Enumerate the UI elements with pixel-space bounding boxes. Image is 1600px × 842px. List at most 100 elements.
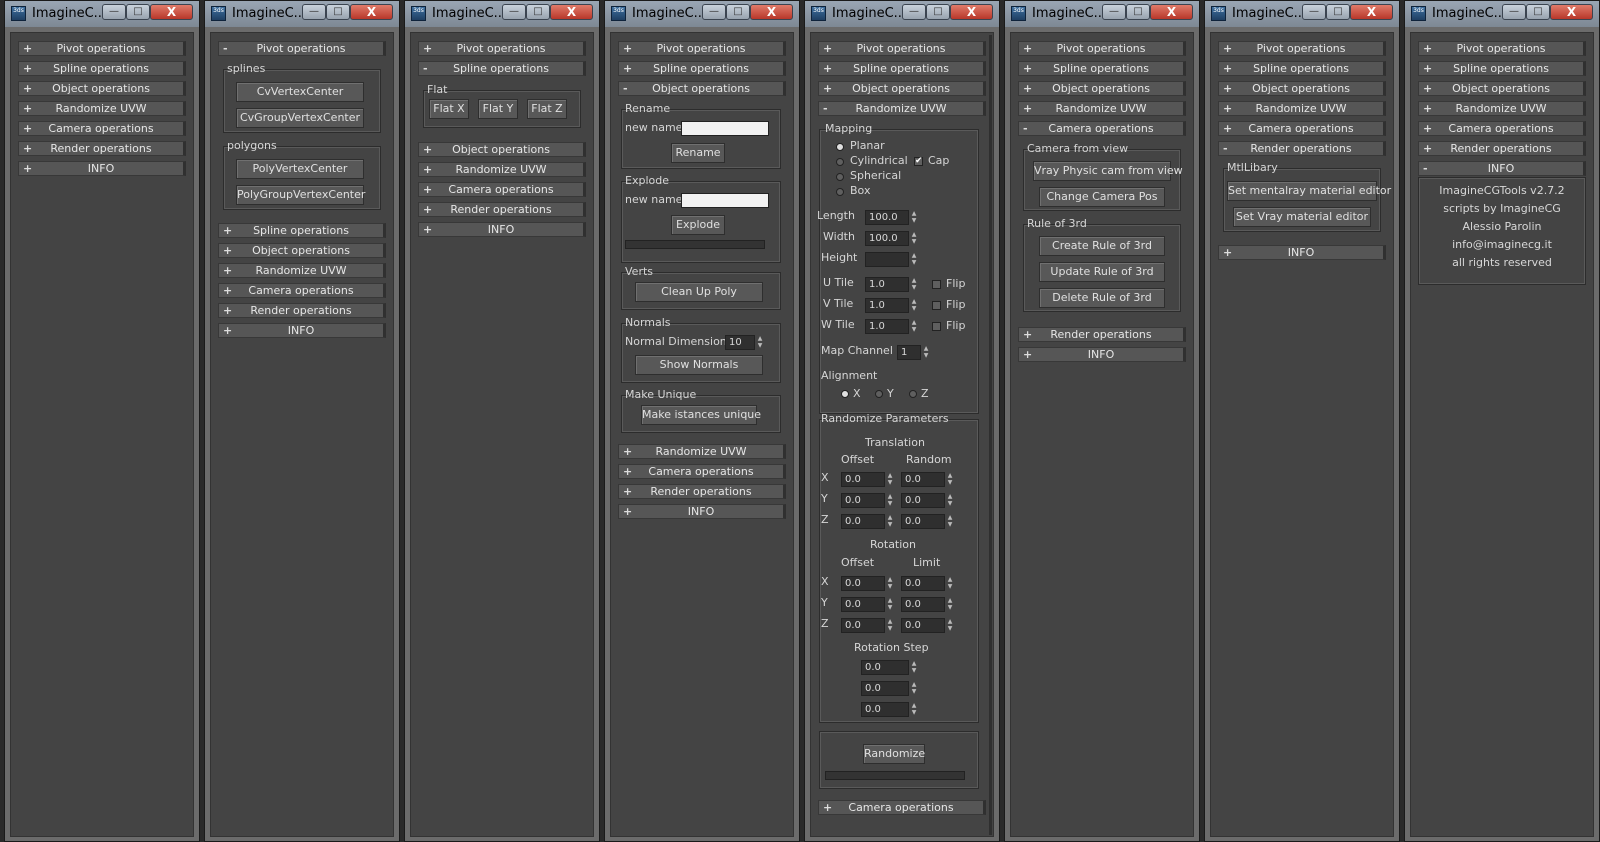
close-button[interactable]: X bbox=[350, 4, 393, 20]
rollout-camera-operations[interactable]: + Camera operations bbox=[418, 182, 586, 197]
close-button[interactable]: X bbox=[1350, 4, 1393, 20]
maximize-button[interactable]: □ bbox=[126, 4, 150, 20]
rollout-info[interactable]: + INFO bbox=[618, 504, 786, 519]
rollout-info[interactable]: + INFO bbox=[418, 222, 586, 237]
rollout-pivot-operations[interactable]: + Pivot operations bbox=[1218, 41, 1386, 56]
title-bar[interactable]: 3ds ImagineC... — □ X bbox=[1205, 1, 1399, 27]
maximize-button[interactable]: □ bbox=[526, 4, 550, 20]
rollout-pivot-operations[interactable]: + Pivot operations bbox=[1018, 41, 1186, 56]
spinner-arrows-icon[interactable]: ▲ ▼ bbox=[909, 210, 919, 225]
spinner-arrows-icon[interactable]: ▲ ▼ bbox=[909, 681, 919, 696]
spinner-arrows-icon[interactable]: ▲ ▼ bbox=[909, 298, 919, 313]
maximize-button[interactable]: □ bbox=[1326, 4, 1350, 20]
poly-vertex-center-button[interactable]: PolyVertexCenter bbox=[236, 159, 364, 179]
update-rule-of-3rd-button[interactable]: Update Rule of 3rd bbox=[1039, 262, 1165, 282]
cv-group-vertex-center-button[interactable]: CvGroupVertexCenter bbox=[236, 108, 364, 128]
rollout-object-operations[interactable]: + Object operations bbox=[1218, 81, 1386, 96]
rollout-randomize-uvw[interactable]: + Randomize UVW bbox=[1418, 101, 1586, 116]
rollout-render-operations[interactable]: + Render operations bbox=[618, 484, 786, 499]
rollout-pivot-operations[interactable]: + Pivot operations bbox=[418, 41, 586, 56]
spinner-arrows-icon[interactable]: ▲ ▼ bbox=[945, 576, 955, 591]
minimize-button[interactable]: — bbox=[902, 4, 926, 20]
title-bar[interactable]: 3ds ImagineC... — □ X bbox=[805, 1, 999, 27]
cylindrical-radio[interactable] bbox=[836, 158, 844, 166]
set-mentalray-material-editor-button[interactable]: Set mentalray material editor bbox=[1227, 181, 1391, 201]
rollout-camera-operations[interactable]: + Camera operations bbox=[1418, 121, 1586, 136]
rollout-render-operations[interactable]: + Render operations bbox=[1018, 327, 1186, 342]
rollout-info[interactable]: + INFO bbox=[1218, 245, 1386, 260]
rollout-pivot-operations[interactable]: + Pivot operations bbox=[818, 41, 986, 56]
translation-z-offset-spinner[interactable]: 0.0 bbox=[841, 514, 885, 529]
maximize-button[interactable]: □ bbox=[326, 4, 350, 20]
rollout-object-operations[interactable]: + Object operations bbox=[18, 81, 186, 96]
title-bar[interactable]: 3ds ImagineC... — □ X bbox=[405, 1, 599, 27]
maximize-button[interactable]: □ bbox=[726, 4, 750, 20]
rollout-object-operations[interactable]: + Object operations bbox=[218, 243, 386, 258]
title-bar[interactable]: 3ds ImagineC... — □ X bbox=[1405, 1, 1599, 27]
width-spinner[interactable]: 100.0 bbox=[865, 231, 909, 246]
create-rule-of-3rd-button[interactable]: Create Rule of 3rd bbox=[1039, 236, 1165, 256]
rollout-camera-operations[interactable]: + Camera operations bbox=[1218, 121, 1386, 136]
spinner-arrows-icon[interactable]: ▲ ▼ bbox=[921, 345, 931, 360]
close-button[interactable]: X bbox=[1150, 4, 1193, 20]
rollout-camera-operations[interactable]: + Camera operations bbox=[618, 464, 786, 479]
align-z-radio[interactable] bbox=[909, 390, 917, 398]
rollout-object-operations[interactable]: + Object operations bbox=[1418, 81, 1586, 96]
close-button[interactable]: X bbox=[1550, 4, 1593, 20]
poly-group-vertex-center-button[interactable]: PolyGroupVertexCenter bbox=[236, 185, 365, 205]
rollout-randomize-uvw[interactable]: + Randomize UVW bbox=[618, 444, 786, 459]
w-tile-spinner[interactable]: 1.0 bbox=[865, 319, 909, 334]
rollout-randomize-uvw[interactable]: + Randomize UVW bbox=[1218, 101, 1386, 116]
rollout-camera-operations[interactable]: + Camera operations bbox=[218, 283, 386, 298]
rename-input[interactable] bbox=[681, 121, 769, 136]
spinner-arrows-icon[interactable]: ▲ ▼ bbox=[945, 597, 955, 612]
rollout-spline-operations[interactable]: + Spline operations bbox=[818, 61, 986, 76]
rotation-x-limit-spinner[interactable]: 0.0 bbox=[901, 576, 945, 591]
rollout-render-operations[interactable]: - Render operations bbox=[1218, 141, 1386, 156]
close-button[interactable]: X bbox=[750, 4, 793, 20]
delete-rule-of-3rd-button[interactable]: Delete Rule of 3rd bbox=[1039, 288, 1165, 308]
rotation-step-x-spinner[interactable]: 0.0 bbox=[861, 660, 909, 675]
v-tile-spinner[interactable]: 1.0 bbox=[865, 298, 909, 313]
spinner-arrows-icon[interactable]: ▲ ▼ bbox=[755, 335, 765, 350]
rollout-pivot-operations[interactable]: + Pivot operations bbox=[1418, 41, 1586, 56]
cv-vertex-center-button[interactable]: CvVertexCenter bbox=[236, 82, 364, 102]
title-bar[interactable]: 3ds ImagineC... — □ X bbox=[605, 1, 799, 27]
length-spinner[interactable]: 100.0 bbox=[865, 210, 909, 225]
title-bar[interactable]: 3ds ImagineC... — □ X bbox=[1005, 1, 1199, 27]
rollout-pivot-operations[interactable]: + Pivot operations bbox=[18, 41, 186, 56]
rollout-render-operations[interactable]: + Render operations bbox=[418, 202, 586, 217]
change-camera-pos-button[interactable]: Change Camera Pos bbox=[1039, 187, 1165, 207]
rollout-spline-operations[interactable]: - Spline operations bbox=[418, 61, 586, 76]
translation-y-offset-spinner[interactable]: 0.0 bbox=[841, 493, 885, 508]
flat-z-button[interactable]: Flat Z bbox=[527, 99, 567, 119]
flat-y-button[interactable]: Flat Y bbox=[478, 99, 518, 119]
rollout-spline-operations[interactable]: + Spline operations bbox=[18, 61, 186, 76]
rollout-spline-operations[interactable]: + Spline operations bbox=[218, 223, 386, 238]
rollout-object-operations[interactable]: - Object operations bbox=[618, 81, 786, 96]
make-instances-unique-button[interactable]: Make istances unique bbox=[641, 405, 761, 425]
rollout-spline-operations[interactable]: + Spline operations bbox=[618, 61, 786, 76]
spherical-radio[interactable] bbox=[836, 173, 844, 181]
rollout-randomize-uvw[interactable]: + Randomize UVW bbox=[418, 162, 586, 177]
rollout-spline-operations[interactable]: + Spline operations bbox=[1018, 61, 1186, 76]
set-vray-material-editor-button[interactable]: Set Vray material editor bbox=[1233, 207, 1371, 227]
rollout-spline-operations[interactable]: + Spline operations bbox=[1418, 61, 1586, 76]
title-bar[interactable]: 3ds ImagineC... — □ X bbox=[5, 1, 199, 27]
rollout-camera-operations[interactable]: + Camera operations bbox=[818, 800, 986, 815]
minimize-button[interactable]: — bbox=[1302, 4, 1326, 20]
box-radio[interactable] bbox=[836, 188, 844, 196]
w-flip-checkbox[interactable] bbox=[932, 322, 941, 331]
planar-radio[interactable] bbox=[836, 143, 844, 151]
panel-scrollbar[interactable] bbox=[989, 35, 992, 835]
rotation-x-offset-spinner[interactable]: 0.0 bbox=[841, 576, 885, 591]
rollout-randomize-uvw[interactable]: + Randomize UVW bbox=[1018, 101, 1186, 116]
spinner-arrows-icon[interactable]: ▲ ▼ bbox=[909, 702, 919, 717]
flat-x-button[interactable]: Flat X bbox=[429, 99, 469, 119]
spinner-arrows-icon[interactable]: ▲ ▼ bbox=[909, 319, 919, 334]
rename-button[interactable]: Rename bbox=[671, 143, 725, 163]
explode-name-input[interactable] bbox=[681, 193, 769, 208]
spinner-arrows-icon[interactable]: ▲ ▼ bbox=[885, 597, 895, 612]
rotation-z-offset-spinner[interactable]: 0.0 bbox=[841, 618, 885, 633]
minimize-button[interactable]: — bbox=[102, 4, 126, 20]
